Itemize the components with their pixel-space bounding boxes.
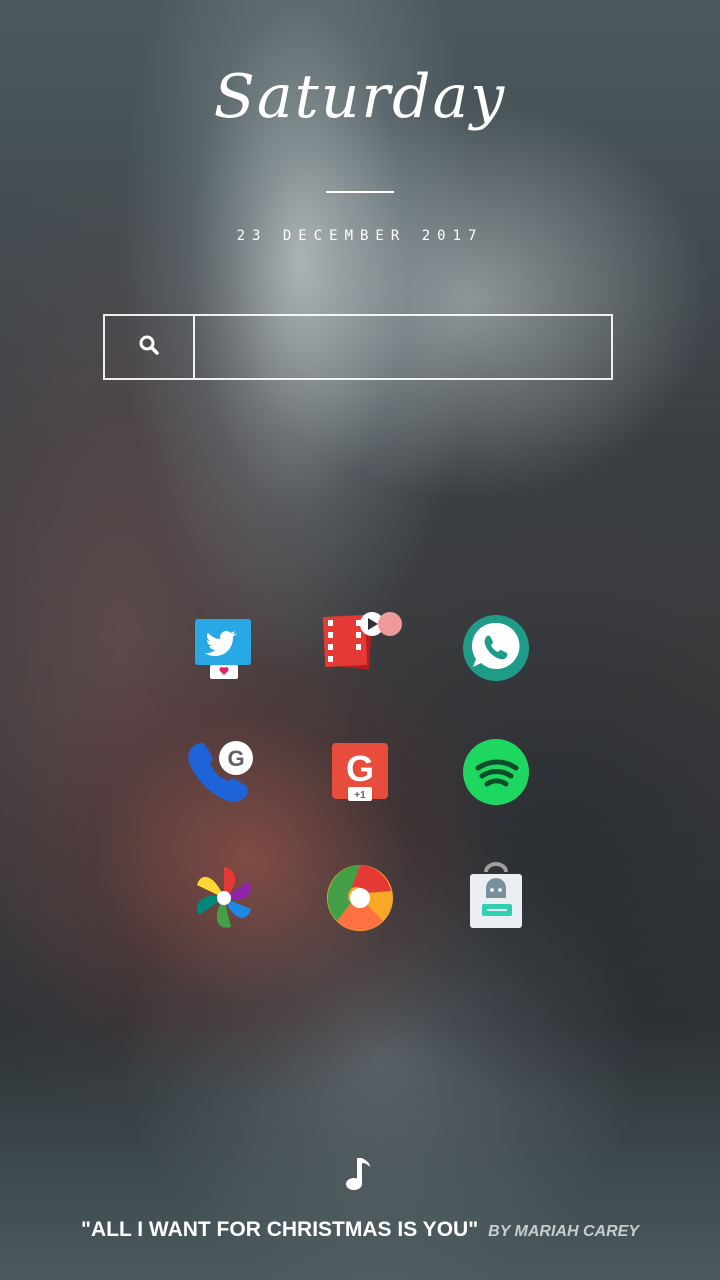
whatsapp-phone-icon bbox=[461, 613, 531, 683]
chrome-swirl-icon bbox=[325, 863, 395, 933]
google-plus-icon: G +1 bbox=[330, 737, 390, 807]
google-photos-app[interactable] bbox=[188, 862, 260, 934]
search-bar[interactable] bbox=[103, 314, 613, 380]
now-playing[interactable]: "ALL I WANT FOR CHRISTMAS IS YOU" BY MARI… bbox=[0, 1218, 720, 1242]
spotify-app[interactable] bbox=[460, 736, 532, 808]
date-label: 23 DECEMBER 2017 bbox=[236, 228, 484, 244]
google-phone-app[interactable]: G bbox=[186, 736, 258, 808]
song-artist: BY MARIAH CAREY bbox=[488, 1223, 639, 1240]
svg-text:+1: +1 bbox=[354, 790, 366, 801]
phone-handset-g-icon: G bbox=[186, 736, 258, 808]
video-player-app[interactable] bbox=[322, 608, 402, 680]
spotify-icon bbox=[462, 738, 530, 806]
header-divider bbox=[326, 191, 394, 193]
twitter-app[interactable] bbox=[188, 612, 260, 684]
pinwheel-icon bbox=[189, 863, 259, 933]
film-strip-icon bbox=[316, 608, 404, 680]
svg-text:G: G bbox=[346, 748, 374, 789]
google-plus-app[interactable]: G +1 bbox=[324, 736, 396, 808]
android-bag-icon bbox=[464, 860, 528, 932]
chrome-app[interactable] bbox=[324, 862, 396, 934]
twitter-bird-icon bbox=[193, 615, 255, 681]
whatsapp-app[interactable] bbox=[460, 612, 532, 684]
music-note-button[interactable] bbox=[343, 1156, 373, 1192]
notification-badge bbox=[378, 612, 402, 636]
day-of-week: Saturday bbox=[213, 62, 507, 132]
search-icon bbox=[138, 334, 160, 360]
song-title: "ALL I WANT FOR CHRISTMAS IS YOU" bbox=[81, 1218, 479, 1241]
play-store-app[interactable] bbox=[460, 860, 532, 932]
music-note-icon bbox=[343, 1158, 373, 1196]
search-input[interactable] bbox=[195, 316, 609, 378]
svg-text:G: G bbox=[227, 746, 244, 771]
search-button[interactable] bbox=[105, 316, 195, 378]
